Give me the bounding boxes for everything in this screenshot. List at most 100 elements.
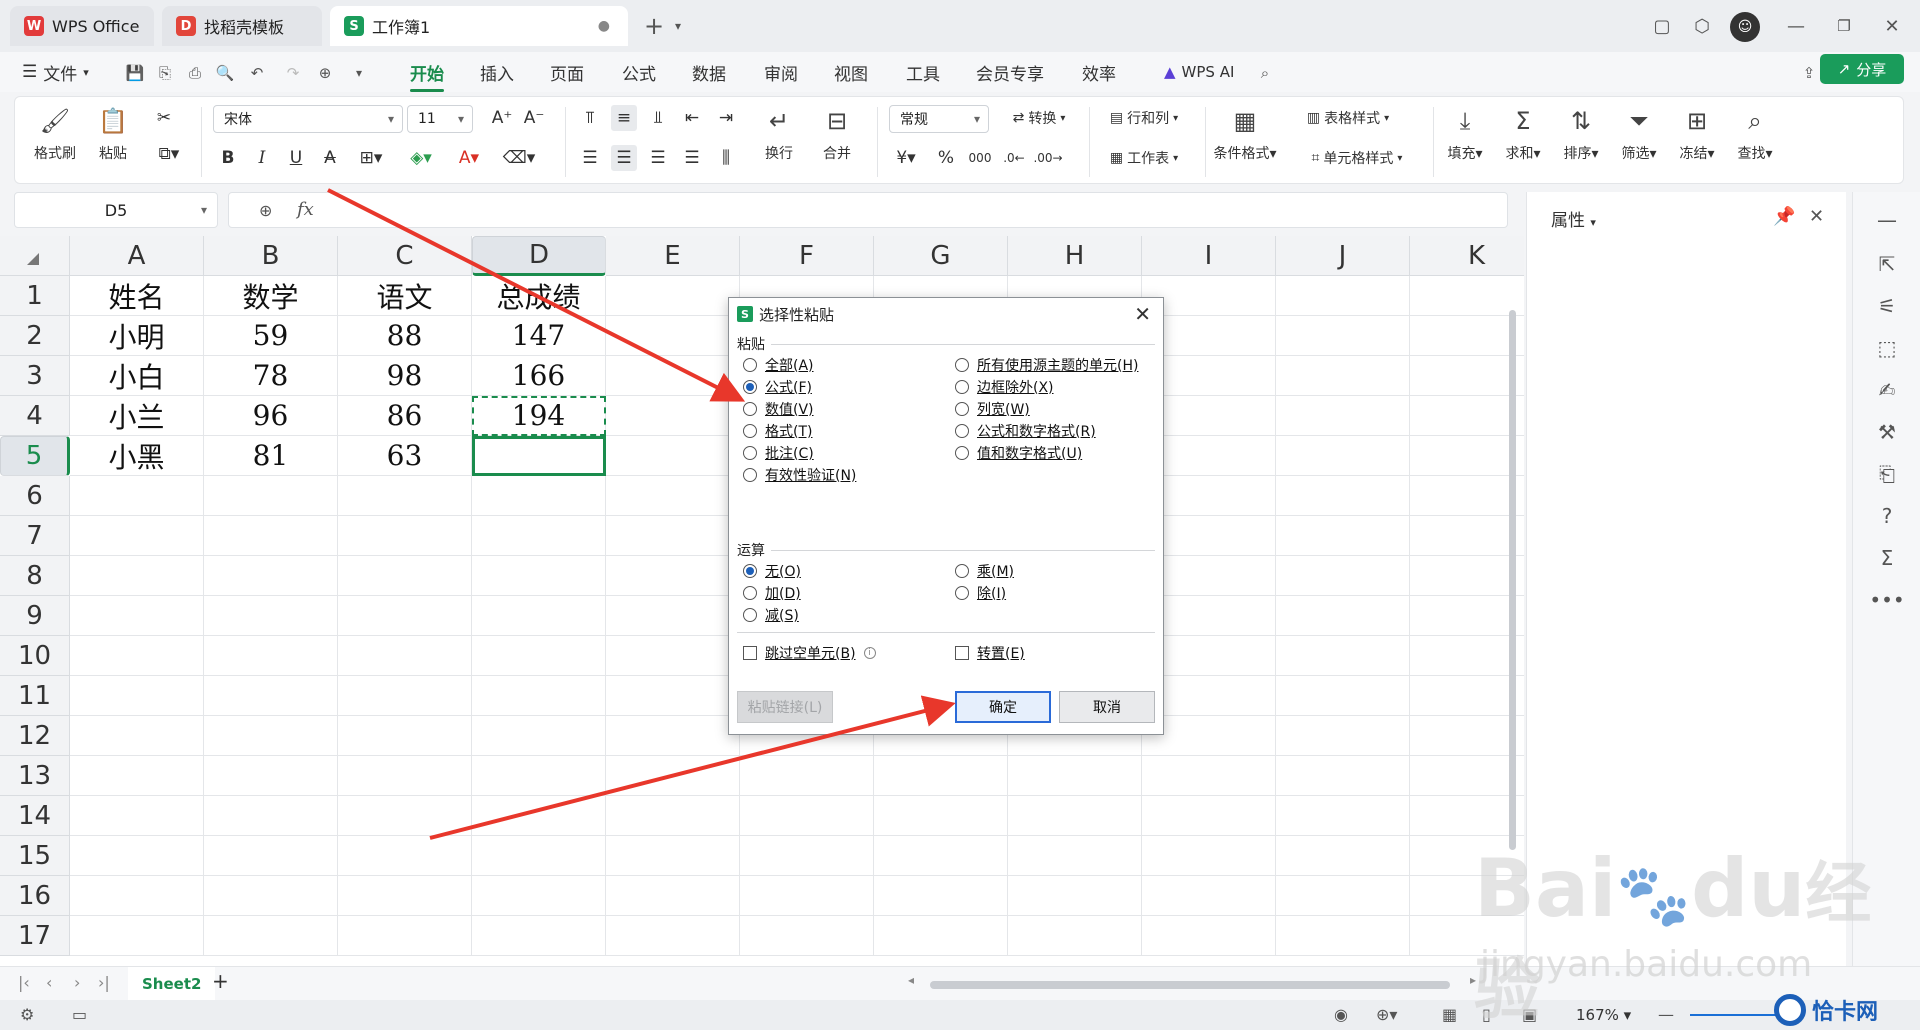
cell-c14[interactable] xyxy=(338,796,472,836)
cell-c15[interactable] xyxy=(338,836,472,876)
menu-insert[interactable]: 插入 xyxy=(480,58,514,86)
row-header-9[interactable]: 9 xyxy=(0,596,70,636)
cell-d3[interactable]: 166 xyxy=(472,356,606,396)
cell-g16[interactable] xyxy=(874,876,1008,916)
cell-e5[interactable] xyxy=(606,436,740,476)
cell-i17[interactable] xyxy=(1142,916,1276,956)
align-right-icon[interactable]: ☰ xyxy=(645,145,671,171)
fill-button[interactable]: ⤓ 填充▾ xyxy=(1443,105,1487,163)
cancel-button[interactable]: 取消 xyxy=(1059,691,1155,723)
cell-e9[interactable] xyxy=(606,596,740,636)
cell-f15[interactable] xyxy=(740,836,874,876)
cell-b10[interactable] xyxy=(204,636,338,676)
column-header-a[interactable]: A xyxy=(70,236,204,276)
cell-c1[interactable]: 语文 xyxy=(338,276,472,316)
redo-icon[interactable]: ↷ xyxy=(282,62,304,84)
conditional-format-button[interactable]: ▦ 条件格式▾ xyxy=(1207,105,1283,163)
cell-b3[interactable]: 78 xyxy=(204,356,338,396)
menu-formula[interactable]: 公式 xyxy=(622,58,656,86)
cell-h16[interactable] xyxy=(1008,876,1142,916)
column-header-i[interactable]: I xyxy=(1142,236,1276,276)
cell-h13[interactable] xyxy=(1008,756,1142,796)
cell-j8[interactable] xyxy=(1276,556,1410,596)
format-painter-button[interactable]: 🖌 格式刷 xyxy=(29,105,81,163)
cell-e8[interactable] xyxy=(606,556,740,596)
tab-template[interactable]: D 找稻壳模板 xyxy=(162,6,322,46)
cell-j5[interactable] xyxy=(1276,436,1410,476)
cell-j6[interactable] xyxy=(1276,476,1410,516)
formula-input[interactable]: ⊕ fx xyxy=(228,192,1508,228)
export-pdf-icon[interactable]: ⎘ xyxy=(154,62,176,84)
first-sheet-icon[interactable]: |‹ xyxy=(18,973,30,992)
op-left-radio-0[interactable]: 无(O) xyxy=(743,561,801,581)
cell-f14[interactable] xyxy=(740,796,874,836)
paste-button[interactable]: 📋 粘贴 xyxy=(91,105,135,163)
paste-left-radio-4[interactable]: 批注(C) xyxy=(743,443,814,463)
column-header-c[interactable]: C xyxy=(338,236,472,276)
op-right-radio-0[interactable]: 乘(M) xyxy=(955,561,1014,581)
cell-a7[interactable] xyxy=(70,516,204,556)
strikethrough-icon[interactable]: A xyxy=(317,145,343,171)
column-header-e[interactable]: E xyxy=(606,236,740,276)
cell-style-button[interactable]: ⌗ 单元格样式 ▾ xyxy=(1295,145,1419,171)
freeze-button[interactable]: ⊞ 冻结▾ xyxy=(1675,105,1719,163)
row-header-14[interactable]: 14 xyxy=(0,796,70,836)
cell-e2[interactable] xyxy=(606,316,740,356)
rows-cols-button[interactable]: ▤ 行和列 ▾ xyxy=(1099,105,1189,131)
cell-d13[interactable] xyxy=(472,756,606,796)
transpose-checkbox[interactable]: 转置(E) xyxy=(955,643,1025,663)
paste-right-radio-1[interactable]: 边框除外(X) xyxy=(955,377,1054,397)
panel-title[interactable]: 属性 ▾ xyxy=(1551,206,1596,231)
save-icon[interactable]: 💾 xyxy=(124,62,146,84)
active-cell-d5[interactable] xyxy=(472,436,606,476)
row-header-2[interactable]: 2 xyxy=(0,316,70,356)
distributed-icon[interactable]: ⫼ xyxy=(713,145,739,171)
cell-b12[interactable] xyxy=(204,716,338,756)
op-left-radio-2[interactable]: 减(S) xyxy=(743,605,799,625)
macro-icon[interactable]: ⚙ xyxy=(20,1005,34,1024)
info-icon[interactable]: i xyxy=(863,647,876,659)
paste-left-radio-5[interactable]: 有效性验证(N) xyxy=(743,465,856,485)
cell-j2[interactable] xyxy=(1276,316,1410,356)
cell-a1[interactable]: 姓名 xyxy=(70,276,204,316)
cell-e7[interactable] xyxy=(606,516,740,556)
sort-button[interactable]: ⇅ 排序▾ xyxy=(1559,105,1603,163)
clear-icon[interactable]: ⌫▾ xyxy=(499,145,539,171)
shape-icon[interactable]: ⬚ xyxy=(1873,334,1901,362)
cell-b9[interactable] xyxy=(204,596,338,636)
cell-d17[interactable] xyxy=(472,916,606,956)
cell-d9[interactable] xyxy=(472,596,606,636)
cell-a13[interactable] xyxy=(70,756,204,796)
cell-j17[interactable] xyxy=(1276,916,1410,956)
cell-c13[interactable] xyxy=(338,756,472,796)
cell-e3[interactable] xyxy=(606,356,740,396)
undo-icon[interactable]: ↶ xyxy=(246,62,268,84)
bold-icon[interactable]: B xyxy=(215,145,241,171)
indent-increase-icon[interactable]: ⇥ xyxy=(713,105,739,131)
cell-a4[interactable]: 小兰 xyxy=(70,396,204,436)
minimize-icon[interactable]: — xyxy=(1782,12,1810,40)
menu-view[interactable]: 视图 xyxy=(834,58,868,86)
cell-g15[interactable] xyxy=(874,836,1008,876)
column-header-f[interactable]: F xyxy=(740,236,874,276)
add-sheet-icon[interactable]: + xyxy=(212,969,229,993)
cell-e17[interactable] xyxy=(606,916,740,956)
cell-e11[interactable] xyxy=(606,676,740,716)
cell-j4[interactable] xyxy=(1276,396,1410,436)
merge-button[interactable]: ⊟ 合并 xyxy=(813,105,861,163)
cell-b16[interactable] xyxy=(204,876,338,916)
menu-tools[interactable]: 工具 xyxy=(906,58,940,86)
cell-a5[interactable]: 小黑 xyxy=(70,436,204,476)
tab-workbook[interactable]: S 工作簿1 ● xyxy=(330,6,628,46)
quick-access-chevron-icon[interactable]: ▾ xyxy=(348,62,370,84)
row-header-7[interactable]: 7 xyxy=(0,516,70,556)
cell-e12[interactable] xyxy=(606,716,740,756)
cell-j1[interactable] xyxy=(1276,276,1410,316)
cell-c7[interactable] xyxy=(338,516,472,556)
cell-d11[interactable] xyxy=(472,676,606,716)
cell-i13[interactable] xyxy=(1142,756,1276,796)
cell-j12[interactable] xyxy=(1276,716,1410,756)
cell-e14[interactable] xyxy=(606,796,740,836)
number-format-select[interactable]: 常规 ▾ xyxy=(889,105,989,133)
cell-a9[interactable] xyxy=(70,596,204,636)
